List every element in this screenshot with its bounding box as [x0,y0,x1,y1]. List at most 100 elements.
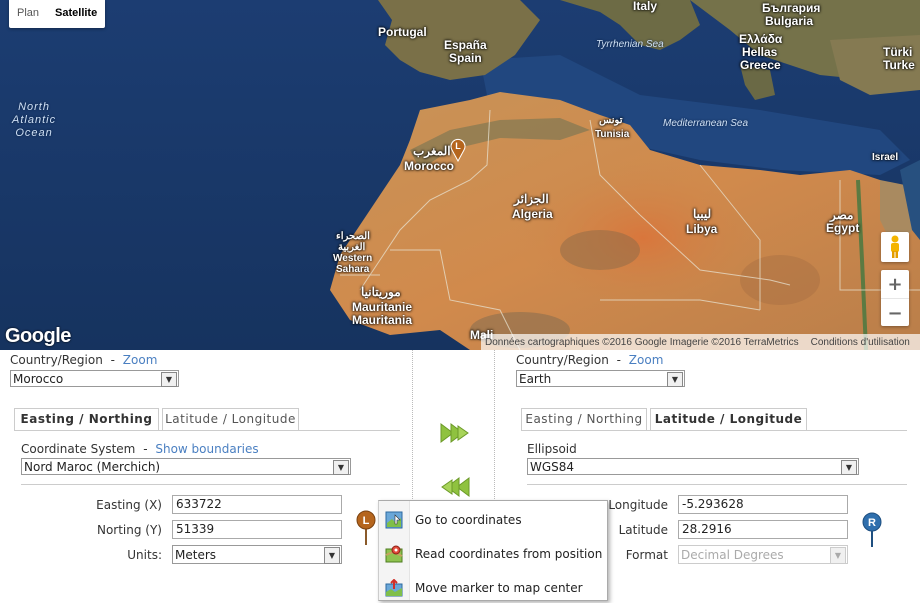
map-marker-l-letter: L [455,141,461,151]
google-logo: Google [5,325,71,347]
units-label: Units: [127,548,162,562]
format-select[interactable]: Decimal Degrees ▼ [678,545,848,564]
northing-input[interactable]: 51339 [172,520,342,539]
label-tunisia: Tunisia [595,129,630,140]
longitude-input[interactable]: -5.293628 [678,495,848,514]
chevron-down-icon: ▼ [830,547,846,564]
zoom-link[interactable]: Zoom [123,353,158,367]
label-tunisia-native: تونس [599,115,623,126]
chevron-down-icon: ▼ [333,460,349,475]
coord-system-label: Coordinate System [21,442,136,456]
separator: - [616,353,621,367]
label-morocco-native: المغرب [413,144,451,158]
menu-item-label: Read coordinates from position [415,547,603,561]
label-bulgaria: Bulgaria [765,14,814,28]
map-attribution: Données cartographiques ©2016 Google Ima… [481,334,920,350]
move-marker-icon [385,579,403,597]
convert-right-arrow-icon[interactable] [439,420,471,446]
marker-l-letter: L [363,515,370,527]
country-select-value: Earth [519,372,552,386]
label-libya-native: ليبيا [693,207,712,221]
label-morocco: Morocco [404,159,455,173]
chevron-down-icon: ▼ [667,372,683,387]
country-region-label: Country/Region [516,353,609,367]
menu-item-go-to-coordinates[interactable]: Go to coordinates [379,505,607,535]
ellipsoid-select[interactable]: WGS84 ▼ [527,458,859,475]
convert-left-arrow-icon[interactable] [439,474,471,500]
country-select-value: Morocco [13,372,64,386]
label-mauritania: Mauritania [352,313,413,327]
format-value: Decimal Degrees [681,548,784,562]
chevron-down-icon: ▼ [161,372,177,387]
menu-item-read-coordinates[interactable]: Read coordinates from position [379,539,607,569]
tab-latitude-longitude[interactable]: Latitude / Longitude [650,408,807,431]
label-north-atlantic-ocean: North Atlantic Ocean [12,101,57,139]
tab-latitude-longitude[interactable]: Latitude / Longitude [162,408,299,431]
label-algeria: Algeria [512,207,553,221]
zoom-out-button[interactable]: − [881,298,909,327]
pegman-icon [891,235,899,258]
show-boundaries-link[interactable]: Show boundaries [155,442,258,456]
map-type-plan[interactable]: Plan [9,0,47,28]
label-mauritania-native: موريتانيا [361,285,401,299]
chevron-down-icon: ▼ [324,547,340,564]
menu-item-label: Go to coordinates [415,513,522,527]
label-tyrrhenian-sea: Tyrrhenian Sea [596,39,664,50]
tab-underline [521,430,907,431]
label-libya: Libya [686,222,718,236]
easting-input[interactable]: 633722 [172,495,342,514]
chevron-down-icon: ▼ [841,460,857,475]
label-algeria-native: الجزائر [514,192,549,206]
zoom-in-button[interactable]: + [881,270,909,298]
label-greece: Greece [740,58,781,72]
country-region-row: Country/Region - Zoom [516,353,663,367]
latitude-input[interactable]: 28.2916 [678,520,848,539]
marker-r-icon[interactable]: R [862,512,882,548]
ellipsoid-label: Ellipsoid [527,442,577,456]
ellipsoid-value: WGS84 [530,460,575,474]
attribution-text: Données cartographiques ©2016 Google Ima… [485,336,799,348]
right-tabs: Easting / Northing Latitude / Longitude [521,408,907,431]
context-menu: Go to coordinates Read coordinates from … [378,500,608,601]
divider [21,484,400,485]
units-value: Meters [175,548,217,562]
tab-easting-northing[interactable]: Easting / Northing [521,408,647,431]
street-view-pegman[interactable] [881,232,909,262]
coord-system-select[interactable]: Nord Maroc (Merchich) ▼ [21,458,351,475]
terms-link[interactable]: Conditions d'utilisation [811,337,910,348]
label-western-sahara-2: Sahara [336,264,370,275]
label-turkey: Turke [883,58,915,72]
read-coordinates-icon [385,545,403,563]
zoom-control: + − [881,270,909,326]
label-mediterranean-sea: Mediterranean Sea [663,118,749,129]
map-type-control: Plan Satellite [9,0,106,28]
country-select[interactable]: Earth ▼ [516,370,685,387]
separator: - [143,442,148,456]
coord-system-value: Nord Maroc (Merchich) [24,460,161,474]
label-egypt: Egypt [826,221,860,235]
separator: - [110,353,115,367]
menu-item-label: Move marker to map center [415,581,583,595]
tab-underline [14,430,400,431]
satellite-map[interactable]: Plan Satellite Italy България Bulgaria Ε… [0,0,920,350]
northing-label: Norting (Y) [96,523,162,537]
source-panel: Country/Region - Zoom Morocco ▼ Easting … [0,350,413,599]
zoom-link[interactable]: Zoom [629,353,664,367]
units-select[interactable]: Meters ▼ [172,545,342,564]
country-region-row: Country/Region - Zoom [10,353,157,367]
marker-l-icon[interactable]: L [356,510,376,546]
easting-label: Easting (X) [96,498,162,512]
tab-easting-northing[interactable]: Easting / Northing [14,408,159,431]
label-spain: Spain [449,51,482,65]
label-israel: Israel [872,152,899,163]
map-marker-l[interactable]: L [449,138,467,162]
left-tabs: Easting / Northing Latitude / Longitude [14,408,400,431]
go-to-coordinates-icon [385,511,403,529]
country-region-label: Country/Region [10,353,103,367]
marker-r-letter: R [868,517,876,529]
label-italy: Italy [633,0,658,13]
country-select[interactable]: Morocco ▼ [10,370,179,387]
label-portugal: Portugal [378,25,427,39]
coord-system-row: Coordinate System - Show boundaries [21,442,259,456]
map-type-satellite[interactable]: Satellite [47,0,105,28]
